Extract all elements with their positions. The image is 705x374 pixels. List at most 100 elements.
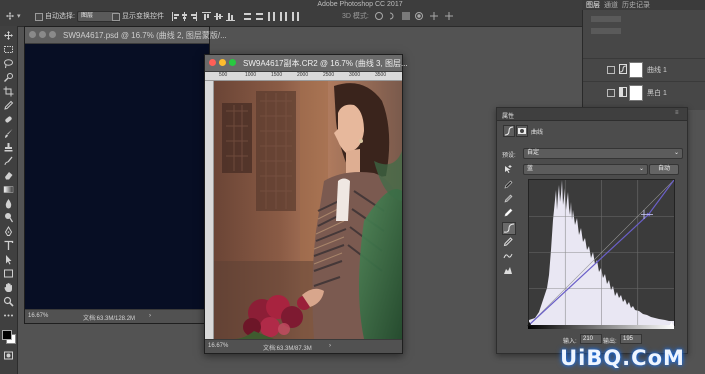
ruler-label: 1500 bbox=[271, 72, 283, 78]
minimize-icon[interactable] bbox=[219, 59, 226, 66]
black-white-adjustment-icon bbox=[619, 87, 627, 97]
document-title: SW9A4617.psd @ 16.7% (曲线 2, 图层蒙版/... bbox=[63, 31, 227, 40]
white-point-slider[interactable]: ▲ bbox=[668, 321, 675, 328]
move-tool-icon[interactable] bbox=[3, 30, 14, 41]
color-swatches[interactable] bbox=[2, 330, 16, 344]
status-bar: 16.67% 文档:63.3M/87.3M › bbox=[205, 339, 402, 353]
type-tool-icon[interactable] bbox=[3, 240, 14, 251]
preset-label: 预设: bbox=[502, 153, 516, 159]
zoom-level[interactable]: 16.67% bbox=[28, 313, 48, 319]
document-size: 文档:63.3M/128.2M bbox=[83, 316, 136, 322]
status-chevron-icon[interactable]: › bbox=[149, 313, 151, 319]
eyedropper-gray-icon[interactable] bbox=[503, 194, 513, 204]
lasso-tool-icon[interactable] bbox=[3, 58, 14, 69]
zoom-icon[interactable] bbox=[49, 31, 56, 38]
adjustment-name: 曲线 bbox=[531, 130, 544, 136]
quick-select-tool-icon[interactable] bbox=[3, 72, 14, 83]
layer-blend-bar bbox=[591, 28, 621, 34]
panel-tab-strip: 图层 通道 历史记录 bbox=[582, 0, 705, 10]
hand-tool-icon[interactable] bbox=[3, 282, 14, 293]
layer-mask-thumb[interactable] bbox=[629, 85, 643, 101]
photo-canvas[interactable] bbox=[214, 81, 402, 339]
layer-mask-thumb[interactable] bbox=[629, 62, 643, 78]
blur-tool-icon[interactable] bbox=[3, 198, 14, 209]
visibility-icon[interactable] bbox=[607, 66, 615, 74]
histogram-warning-icon[interactable] bbox=[503, 265, 513, 275]
more-tools-icon[interactable] bbox=[3, 310, 14, 321]
pen-tool-icon[interactable] bbox=[3, 226, 14, 237]
preset-value: 自定 bbox=[527, 150, 540, 156]
eyedropper-black-icon[interactable] bbox=[503, 180, 513, 190]
auto-button[interactable]: 自动 bbox=[649, 164, 679, 175]
zoom-icon[interactable] bbox=[229, 59, 236, 66]
eyedropper-white-icon[interactable] bbox=[503, 208, 513, 218]
tab-history[interactable]: 历史记录 bbox=[622, 1, 650, 10]
smooth-icon[interactable] bbox=[503, 251, 513, 261]
ruler-label: 2500 bbox=[323, 72, 335, 78]
zoom-tool-icon[interactable] bbox=[3, 296, 14, 307]
quick-mask-icon[interactable] bbox=[3, 350, 14, 361]
foreground-color-swatch[interactable] bbox=[2, 330, 12, 340]
pencil-draw-icon[interactable] bbox=[503, 237, 513, 247]
ruler-label: 3000 bbox=[349, 72, 361, 78]
visibility-icon[interactable] bbox=[607, 89, 615, 97]
watermark-logo: UiBQ.CoM bbox=[560, 346, 685, 370]
tab-channels[interactable]: 通道 bbox=[604, 1, 618, 10]
chevron-down-icon: ⌄ bbox=[638, 166, 644, 172]
eraser-tool-icon[interactable] bbox=[3, 170, 14, 181]
layer-row[interactable]: 黑白 1 bbox=[583, 81, 705, 104]
path-selection-tool-icon[interactable] bbox=[3, 254, 14, 265]
move-tool-icon[interactable] bbox=[6, 12, 14, 20]
show-transform-checkbox[interactable] bbox=[112, 13, 120, 21]
document-window-2-titlebar[interactable]: SW9A4617副本.CR2 @ 16.7% (曲线 3, 图层... bbox=[205, 55, 408, 72]
shape-tool-icon[interactable] bbox=[3, 268, 14, 279]
tonal-gradient-bar bbox=[528, 325, 674, 329]
tab-layers[interactable]: 图层 bbox=[586, 1, 600, 10]
healing-brush-tool-icon[interactable] bbox=[3, 114, 14, 125]
preset-dropdown[interactable]: 自定 ⌄ bbox=[523, 148, 683, 159]
minimize-icon[interactable] bbox=[39, 31, 46, 38]
auto-select-label: 自动选择: bbox=[45, 13, 75, 20]
horizontal-ruler[interactable]: 500 1000 1500 2000 2500 3000 3500 bbox=[205, 72, 402, 81]
3d-mode-icons[interactable] bbox=[374, 11, 454, 21]
ruler-label: 500 bbox=[219, 72, 228, 78]
document-canvas[interactable] bbox=[25, 44, 209, 309]
brush-tool-icon[interactable] bbox=[3, 128, 14, 139]
eyedropper-tool-icon[interactable] bbox=[3, 100, 14, 111]
history-brush-tool-icon[interactable] bbox=[3, 156, 14, 167]
marquee-tool-icon[interactable] bbox=[3, 44, 14, 55]
curves-adjustment-icon[interactable] bbox=[503, 125, 515, 137]
layer-name[interactable]: 曲线 1 bbox=[647, 66, 667, 75]
curves-graph[interactable] bbox=[528, 179, 675, 326]
crop-tool-icon[interactable] bbox=[3, 86, 14, 97]
layers-panel: 曲线 1 黑白 1 bbox=[582, 10, 705, 110]
black-point-slider[interactable]: ▲ bbox=[526, 321, 533, 328]
mask-icon[interactable] bbox=[516, 125, 528, 137]
vertical-ruler[interactable] bbox=[205, 81, 214, 339]
target-adjust-icon[interactable] bbox=[503, 164, 513, 174]
tools-panel bbox=[0, 26, 18, 374]
document-window-1[interactable]: SW9A4617.psd @ 16.7% (曲线 2, 图层蒙版/... 16.… bbox=[24, 26, 227, 324]
layer-row[interactable]: 曲线 1 bbox=[583, 58, 705, 81]
layer-name[interactable]: 黑白 1 bbox=[647, 89, 667, 98]
gradient-tool-icon[interactable] bbox=[3, 184, 14, 195]
close-icon[interactable] bbox=[209, 59, 216, 66]
dodge-tool-icon[interactable] bbox=[3, 212, 14, 223]
document-window-1-titlebar[interactable]: SW9A4617.psd @ 16.7% (曲线 2, 图层蒙版/... bbox=[25, 27, 227, 44]
auto-select-checkbox[interactable] bbox=[35, 13, 43, 21]
close-icon[interactable] bbox=[29, 31, 36, 38]
edit-points-icon[interactable] bbox=[502, 222, 516, 235]
layer-filter-bar bbox=[591, 16, 621, 22]
properties-panel: 属性 ≡ 曲线 预设: 自定 ⌄ 蓝 ⌄ 自动 ▲ ▲ 输入: 210 输出: … bbox=[496, 107, 688, 354]
document-window-2[interactable]: SW9A4617副本.CR2 @ 16.7% (曲线 3, 图层... 500 … bbox=[204, 54, 408, 354]
status-chevron-icon[interactable]: › bbox=[329, 343, 331, 349]
stamp-tool-icon[interactable] bbox=[3, 142, 14, 153]
tool-preset-chevron-icon[interactable]: ▾ bbox=[17, 12, 21, 21]
properties-header: 属性 ≡ bbox=[497, 108, 687, 121]
chevron-down-icon: ⌄ bbox=[673, 150, 679, 156]
panel-menu-icon[interactable]: ≡ bbox=[675, 110, 679, 116]
channel-dropdown[interactable]: 蓝 ⌄ bbox=[523, 164, 648, 175]
zoom-level[interactable]: 16.67% bbox=[208, 343, 228, 349]
curves-adjustment-icon bbox=[619, 64, 627, 74]
document-title: SW9A4617副本.CR2 @ 16.7% (曲线 3, 图层... bbox=[243, 59, 408, 68]
